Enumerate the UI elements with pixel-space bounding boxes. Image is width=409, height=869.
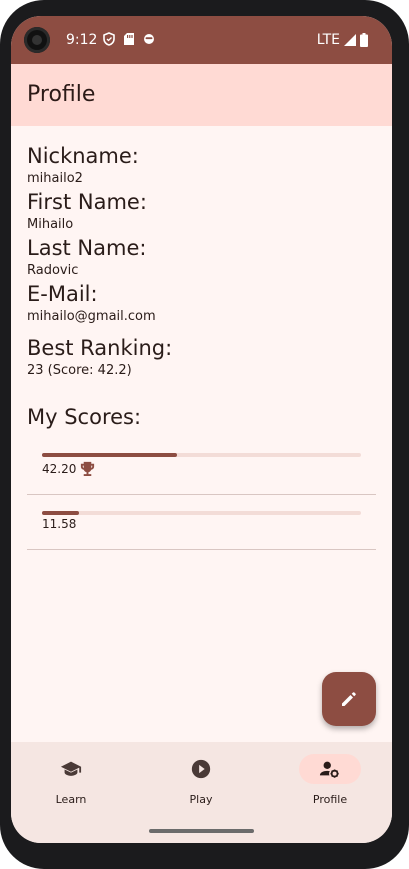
score-list-item[interactable]: 42.20 <box>27 438 376 495</box>
status-bar: 9:12 LTE <box>11 16 392 64</box>
play-circle-icon <box>191 759 211 779</box>
nav-label-profile: Profile <box>312 793 348 806</box>
score-progress-fill <box>42 453 177 457</box>
last-name-value: Radovic <box>27 263 79 278</box>
bottom-navigation: Learn Play Profile <box>11 742 392 843</box>
front-camera <box>24 27 50 53</box>
nav-icon-container <box>170 754 232 784</box>
edit-profile-button[interactable] <box>322 672 376 726</box>
best-ranking-value: 23 (Score: 42.2) <box>27 363 132 378</box>
edit-icon <box>342 692 356 706</box>
nickname-label: Nickname: <box>27 144 139 168</box>
manage-accounts-icon <box>319 761 339 778</box>
nav-label-play: Play <box>189 793 213 806</box>
trophy-icon <box>81 461 95 477</box>
face-icon <box>144 34 154 44</box>
first-name-label: First Name: <box>27 190 147 214</box>
email-label: E-Mail: <box>27 282 98 306</box>
school-icon <box>60 761 82 776</box>
last-name-label: Last Name: <box>27 236 147 260</box>
score-value: 42.20 <box>42 461 77 476</box>
home-indicator[interactable] <box>149 829 254 833</box>
score-value: 11.58 <box>42 517 77 531</box>
network-type: LTE <box>316 32 340 48</box>
first-name-value: Mihailo <box>27 217 74 232</box>
score-list-item[interactable]: 11.58 <box>27 494 376 550</box>
nav-item-profile[interactable]: Profile <box>280 754 380 814</box>
my-scores-title: My Scores: <box>27 405 142 429</box>
nav-label-learn: Learn <box>55 793 87 806</box>
top-app-bar: Profile <box>11 64 392 126</box>
status-notification-icons <box>103 32 155 46</box>
email-value: mihailo@gmail.com <box>27 309 156 324</box>
phone-frame: 9:12 LTE Profile Nickname: mihailo2 Firs… <box>0 0 409 869</box>
battery-icon <box>360 33 368 47</box>
page-title: Profile <box>27 82 96 107</box>
score-progress-fill <box>42 511 79 515</box>
score-progress-bar <box>42 511 361 515</box>
status-system-icons: LTE <box>317 32 368 48</box>
signal-icon <box>344 34 356 46</box>
score-progress-bar <box>42 453 361 457</box>
screen: 9:12 LTE Profile Nickname: mihailo2 Firs… <box>11 16 392 843</box>
sd-card-icon <box>124 33 134 45</box>
nav-icon-container-active <box>299 754 361 784</box>
nickname-value: mihailo2 <box>27 171 83 186</box>
score-value-row: 42.20 <box>42 460 96 477</box>
score-value-row: 11.58 <box>42 517 76 531</box>
nav-item-play[interactable]: Play <box>151 754 251 814</box>
nav-icon-container <box>40 754 102 784</box>
profile-details: Nickname: mihailo2 First Name: Mihailo L… <box>27 143 376 381</box>
status-time: 9:12 <box>66 32 98 48</box>
nav-item-learn[interactable]: Learn <box>21 754 121 814</box>
shield-icon <box>103 32 115 46</box>
best-ranking-label: Best Ranking: <box>27 336 173 360</box>
